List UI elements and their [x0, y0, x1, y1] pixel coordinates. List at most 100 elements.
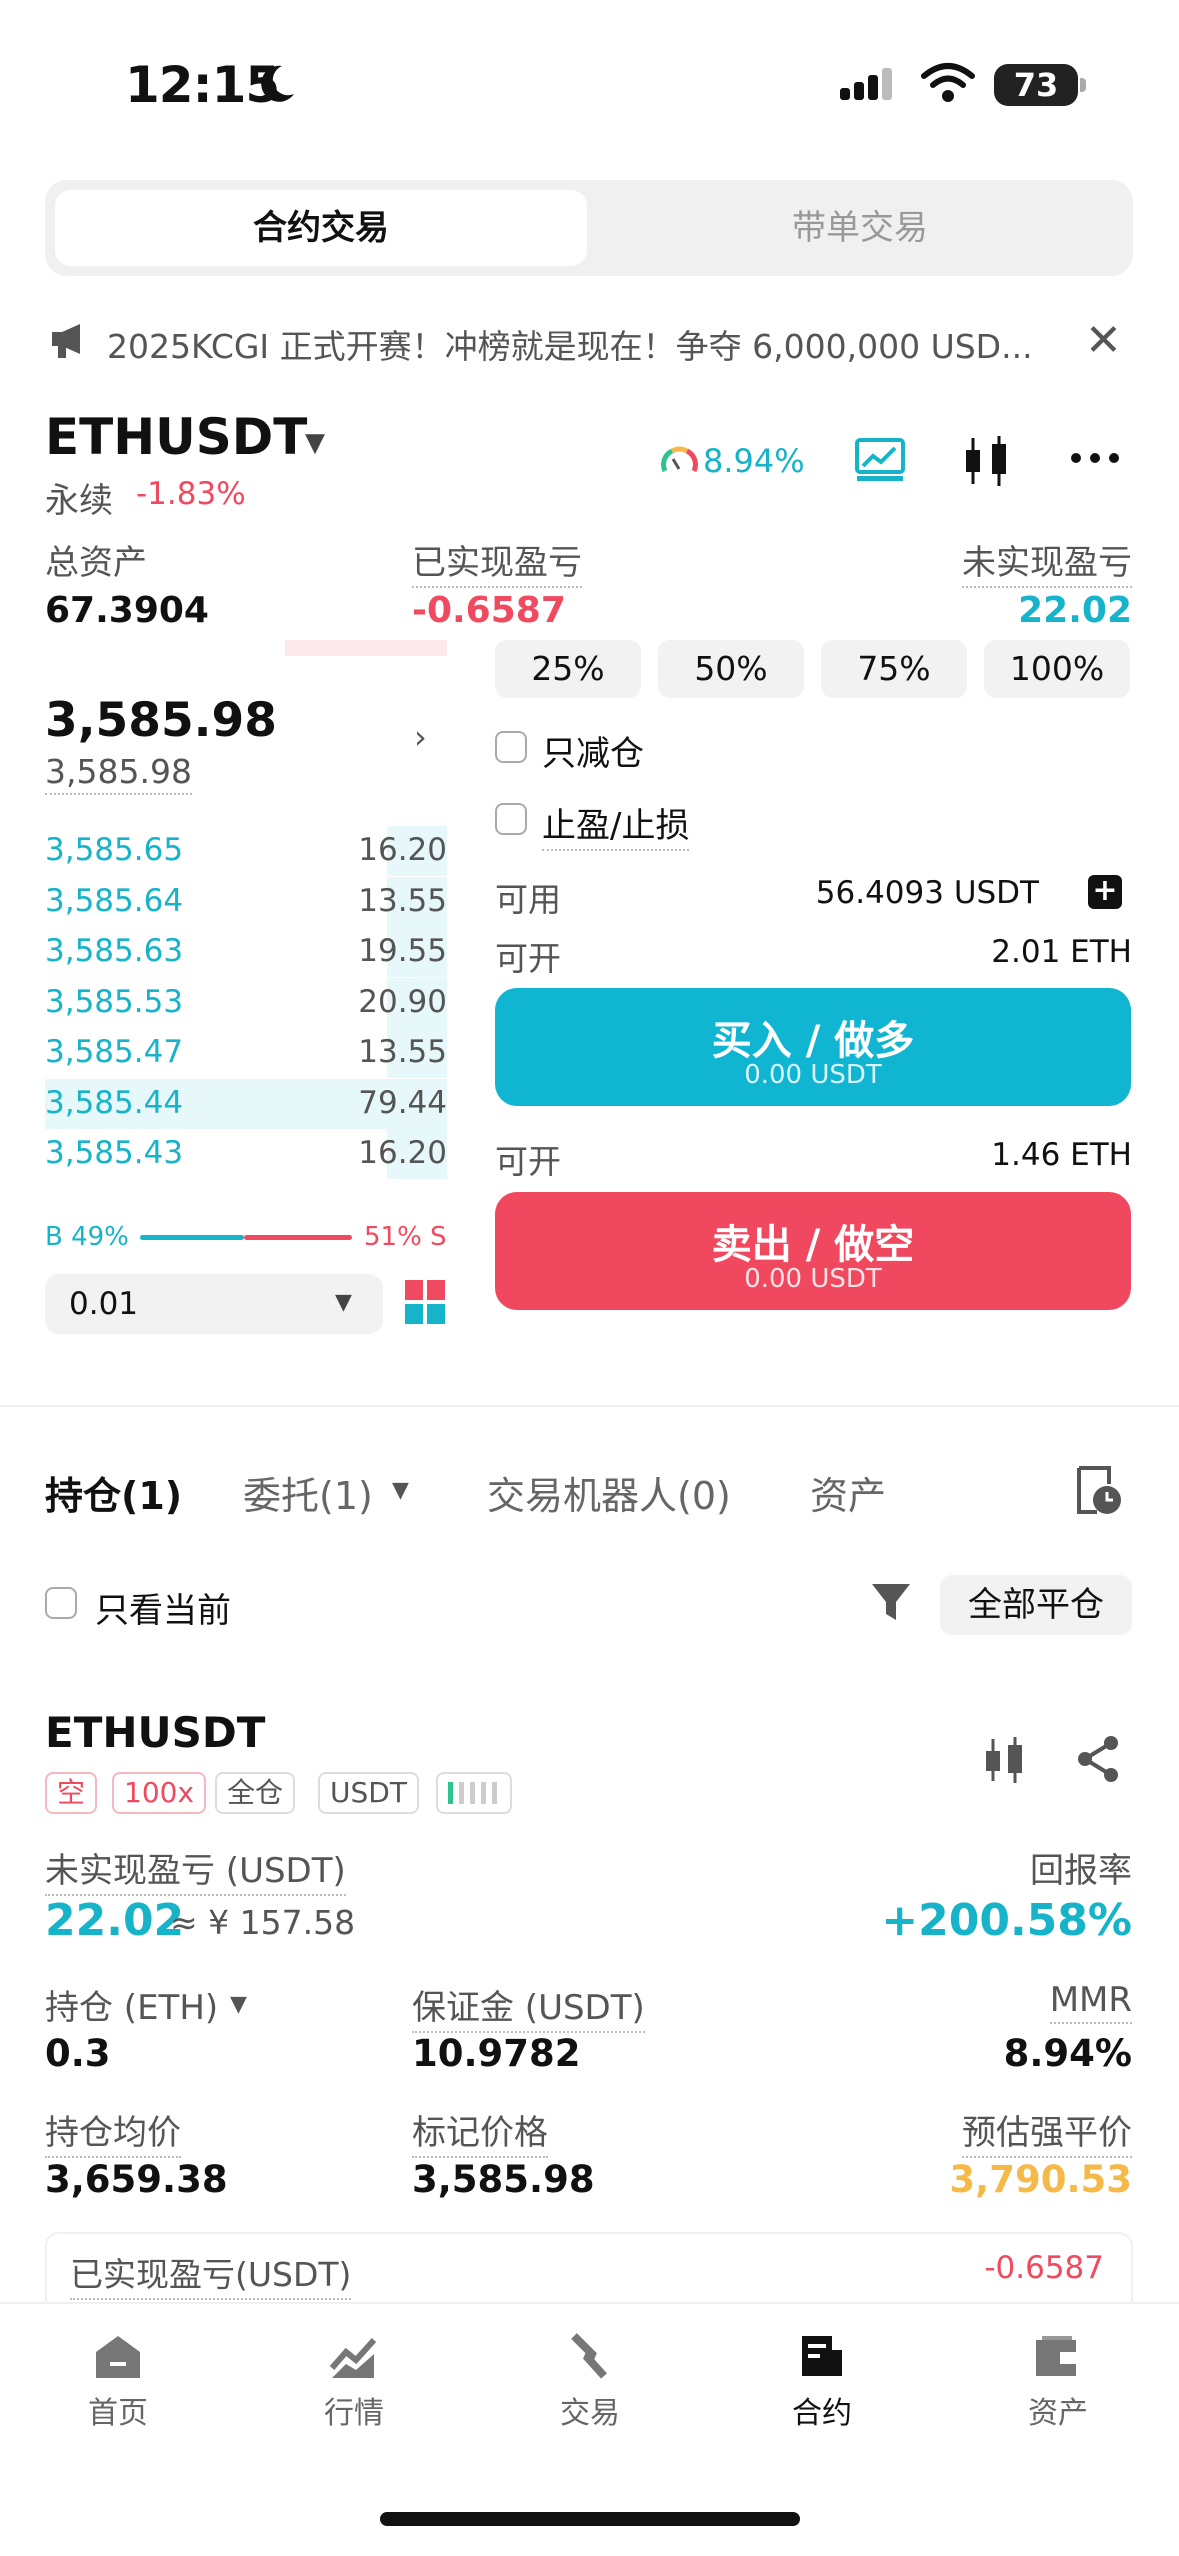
add-funds-icon[interactable]: + [1088, 875, 1122, 909]
open-long-value: 2.01 ETH [991, 934, 1132, 970]
bid-qty: 16.20 [358, 832, 447, 868]
chart-line-icon[interactable] [855, 438, 905, 482]
bid-price: 3,585.43 [45, 1135, 184, 1171]
bid-row[interactable]: 3,585.43 16.20 [45, 1129, 447, 1179]
markets-icon [329, 2337, 377, 2378]
chevron-down-icon[interactable]: ▼ [230, 1992, 247, 2017]
nav-assets[interactable]: 资产 [988, 2332, 1128, 2432]
megaphone-icon [52, 324, 80, 358]
battery-nub [1080, 78, 1086, 92]
mmr-value: 8.94% [1003, 2032, 1132, 2075]
realized-pnl-value: -0.6587 [984, 2250, 1104, 2286]
pct-25-button[interactable]: 25% [495, 640, 641, 698]
risk-ratio[interactable]: 8.94% [703, 442, 805, 480]
bid-qty: 79.44 [358, 1084, 447, 1121]
open-short-label: 可开 [495, 1142, 561, 1181]
bid-row[interactable]: 3,585.64 13.55 [45, 876, 447, 927]
tab-trading-bots[interactable]: 交易机器人(0) [487, 1465, 731, 1520]
symbol-name[interactable]: ETHUSDT [45, 408, 307, 466]
chevron-down-icon[interactable]: ▼ [335, 1290, 352, 1315]
chevron-right-icon[interactable]: › [414, 718, 427, 756]
adl-indicator [436, 1772, 512, 1814]
nav-contract-label: 合约 [792, 2396, 852, 2431]
tab-contract-trading[interactable]: 合约交易 [55, 190, 587, 266]
realized-pnl-value: -0.6587 [412, 590, 566, 631]
candlestick-icon[interactable] [983, 1735, 1027, 1785]
moon-icon [261, 65, 294, 102]
price-precision-select[interactable]: 0.01 [45, 1274, 383, 1334]
liq-price-label: 预估强平价 [962, 2105, 1132, 2158]
nav-trade-label: 交易 [560, 2396, 620, 2431]
bid-price: 3,585.47 [45, 1034, 184, 1070]
only-current-checkbox[interactable] [45, 1587, 77, 1619]
bid-price: 3,585.44 [45, 1084, 184, 1121]
more-icon[interactable] [1070, 452, 1120, 464]
announcement-text[interactable]: 2025KCGI 正式开赛！冲榜就是现在！争夺 6,000,000 USD... [107, 320, 1033, 368]
position-symbol[interactable]: ETHUSDT [45, 1708, 265, 1757]
nav-trade[interactable]: 交易 [520, 2332, 660, 2432]
total-assets-value: 67.3904 [45, 590, 209, 631]
bid-row[interactable]: 3,585.53 20.90 [45, 977, 447, 1028]
share-icon[interactable] [1075, 1735, 1121, 1783]
nav-home-label: 首页 [88, 2396, 148, 2431]
sell-short-amount: 0.00 USDT [744, 1264, 882, 1294]
realized-pnl-label: 已实现盈亏(USDT) [70, 2248, 352, 2300]
pct-75-button[interactable]: 75% [821, 640, 967, 698]
bid-row[interactable]: 3,585.65 16.20 [45, 826, 447, 876]
buy-long-amount: 0.00 USDT [744, 1060, 882, 1090]
reduce-only-label: 只减仓 [542, 734, 644, 774]
wifi-icon [921, 63, 975, 102]
nav-markets-label: 行情 [324, 2396, 384, 2431]
bid-price: 3,585.65 [45, 832, 184, 868]
last-price: 3,585.98 [45, 693, 277, 748]
orderbook-layout-icon[interactable] [405, 1280, 445, 1324]
bid-row[interactable]: 3,585.47 13.55 [45, 1028, 447, 1078]
tab-copy-trading[interactable]: 带单交易 [600, 190, 1120, 266]
symbol-dropdown-icon[interactable]: ▼ [305, 428, 325, 458]
close-all-button[interactable]: 全部平仓 [940, 1575, 1132, 1635]
reduce-only-checkbox[interactable] [495, 731, 527, 763]
home-indicator [380, 2512, 800, 2526]
margin-value: 10.9782 [412, 2032, 581, 2075]
bid-row[interactable]: 3,585.44 79.44 [45, 1078, 447, 1129]
currency-tag: USDT [318, 1772, 419, 1814]
roe-value: +200.58% [881, 1895, 1132, 1946]
buy-ratio: B 49% [45, 1222, 129, 1252]
sell-short-button[interactable]: 卖出 / 做空 0.00 USDT [495, 1192, 1131, 1310]
cellular-signal-icon [840, 68, 892, 100]
nav-contract[interactable]: 合约 [752, 2332, 892, 2432]
position-size-value: 0.3 [45, 2032, 111, 2075]
bid-qty: 19.55 [358, 933, 447, 969]
close-icon[interactable]: ✕ [1085, 315, 1122, 366]
bid-row[interactable]: 3,585.63 19.55 [45, 927, 447, 977]
battery-indicator: 73 [994, 64, 1078, 106]
tab-assets[interactable]: 资产 [810, 1465, 886, 1520]
nav-assets-label: 资产 [1028, 2396, 1088, 2431]
tab-orders[interactable]: 委托(1) [243, 1465, 373, 1520]
mark-price: 3,585.98 [45, 752, 192, 795]
contract-icon [802, 2336, 842, 2376]
leverage-tag[interactable]: 100x [112, 1772, 207, 1814]
sell-short-title: 卖出 / 做空 [711, 1222, 915, 1268]
tab-positions[interactable]: 持仓(1) [45, 1465, 182, 1520]
nav-markets[interactable]: 行情 [284, 2332, 424, 2432]
filter-icon[interactable] [870, 1580, 912, 1624]
realized-pnl-label: 已实现盈亏 [412, 535, 582, 588]
risk-gauge-icon[interactable] [660, 443, 698, 477]
position-size-label[interactable]: 持仓 (ETH) [45, 1980, 218, 2029]
nav-home[interactable]: 首页 [48, 2332, 188, 2432]
margin-label: 保证金 (USDT) [412, 1980, 645, 2033]
candlestick-icon[interactable] [963, 434, 1011, 488]
pct-50-button[interactable]: 50% [658, 640, 804, 698]
tp-sl-checkbox[interactable] [495, 803, 527, 835]
buy-long-button[interactable]: 买入 / 做多 0.00 USDT [495, 988, 1131, 1106]
history-icon[interactable] [1075, 1462, 1123, 1516]
chevron-down-icon[interactable]: ▼ [392, 1478, 409, 1503]
open-short-value: 1.46 ETH [991, 1137, 1132, 1173]
only-current-label: 只看当前 [95, 1591, 231, 1631]
total-assets-label: 总资产 [45, 543, 147, 583]
pct-100-button[interactable]: 100% [984, 640, 1130, 698]
price-change: -1.83% [136, 476, 246, 512]
sell-ratio-bar [244, 1235, 352, 1240]
open-long-label: 可开 [495, 939, 561, 978]
